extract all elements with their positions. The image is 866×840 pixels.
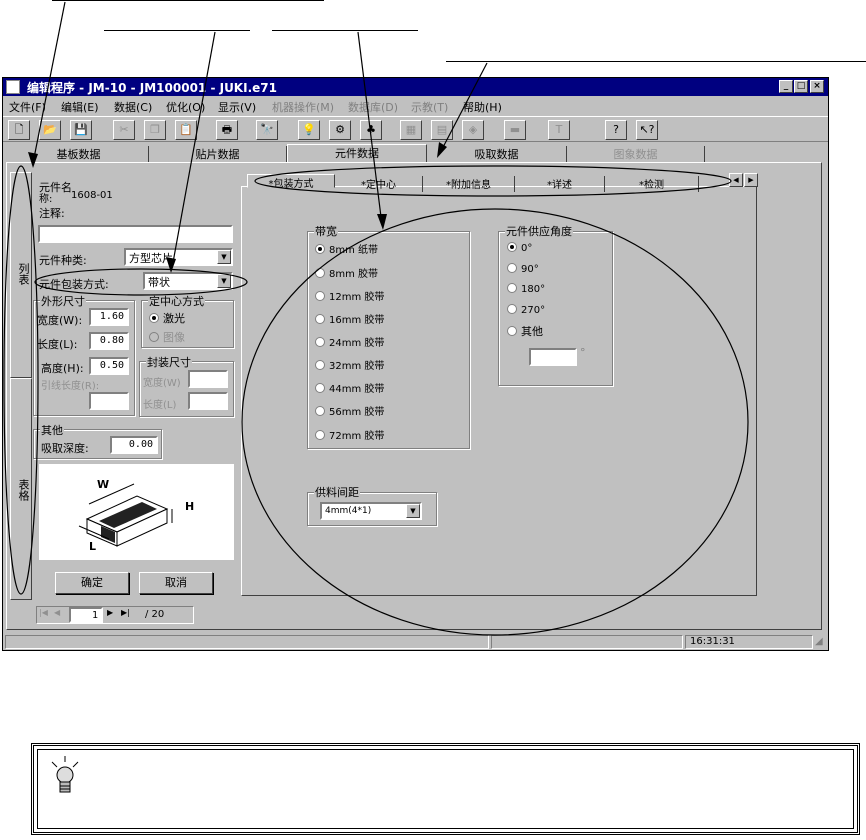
lightbulb-icon <box>51 756 79 793</box>
annotation-overlay <box>3 1 749 636</box>
tip-box <box>31 743 860 835</box>
